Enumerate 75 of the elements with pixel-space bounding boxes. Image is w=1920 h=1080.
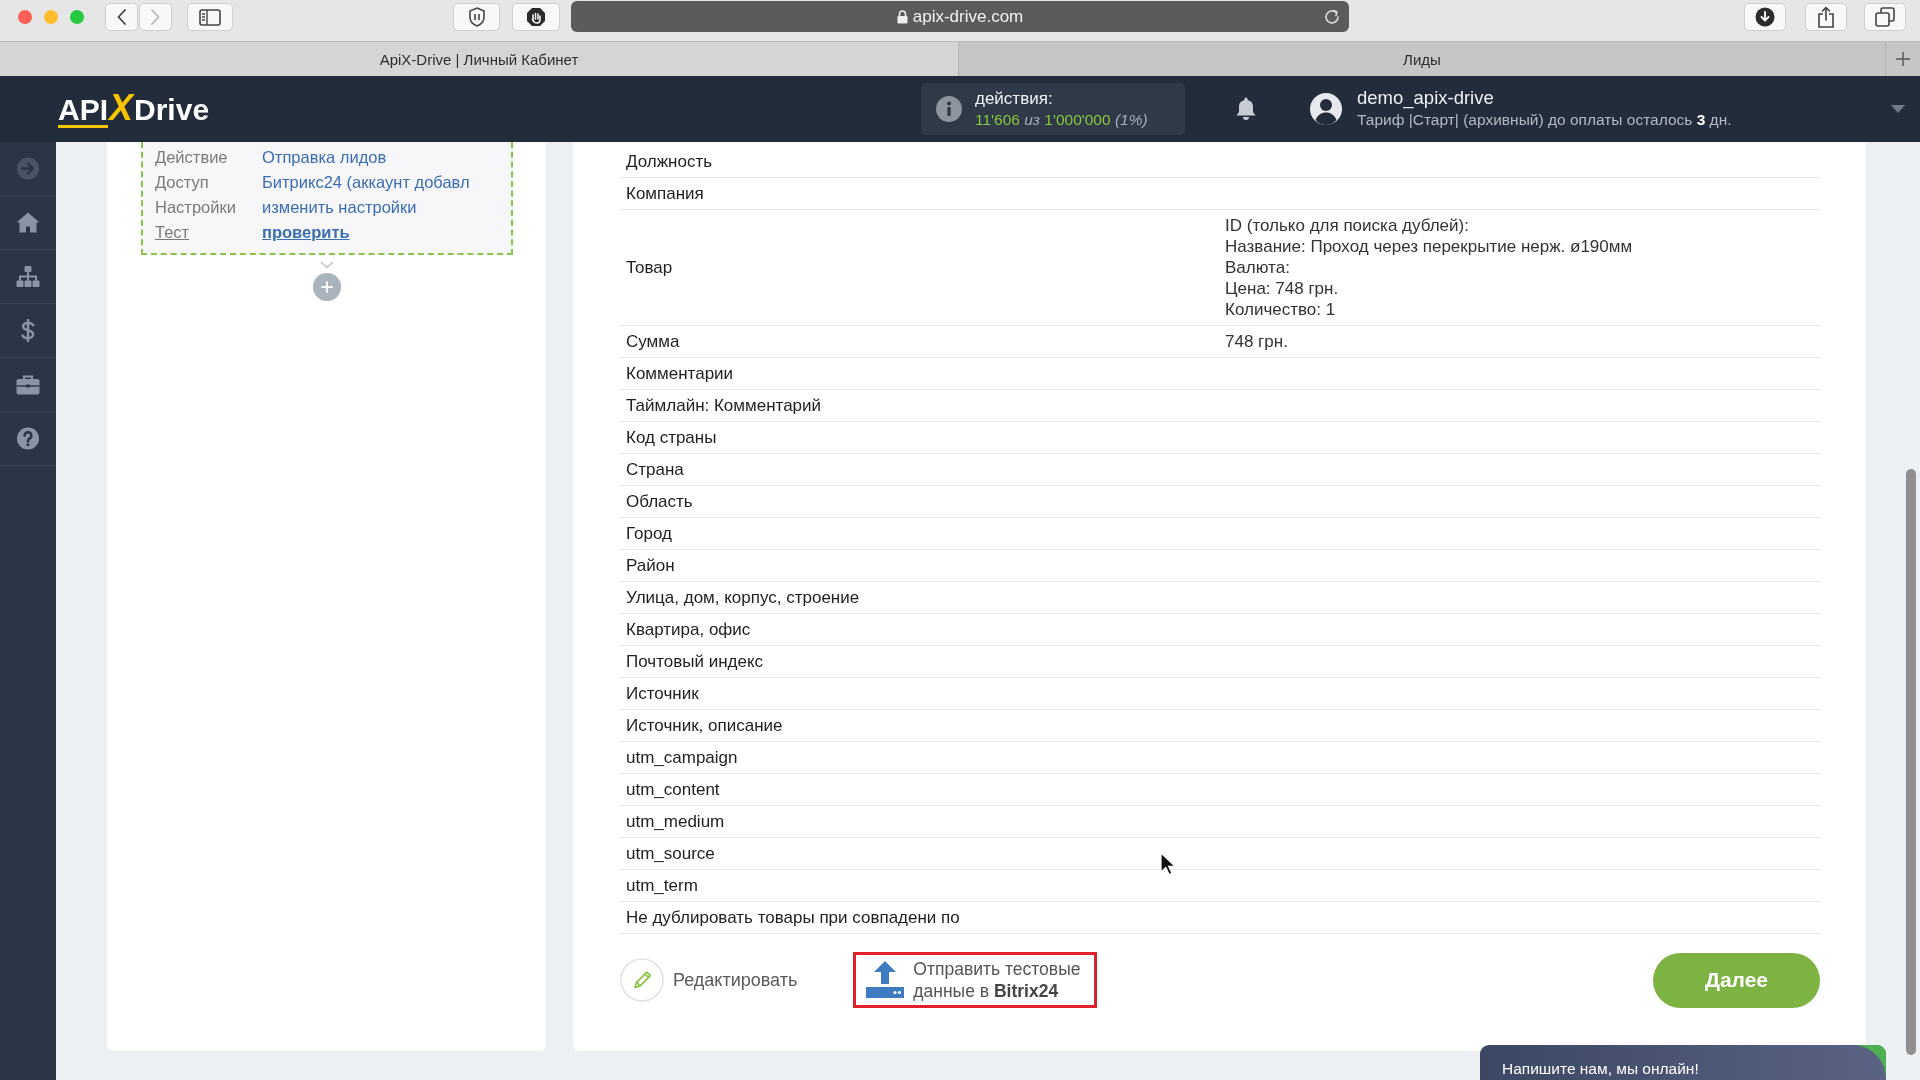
sidebar-icon xyxy=(199,8,221,26)
field-label: Почтовый индекс xyxy=(625,651,765,672)
field-value: 748 грн. xyxy=(1225,331,1288,353)
chevron-right-icon xyxy=(151,9,160,25)
field-label: Не дублировать товары при совпадени по xyxy=(625,907,961,928)
back-button[interactable] xyxy=(105,3,138,31)
field-label: Квартира, офис xyxy=(625,619,752,640)
field-label: Район xyxy=(625,555,676,576)
share-icon xyxy=(1817,6,1835,28)
avatar-icon[interactable] xyxy=(1309,92,1343,126)
briefcase-icon[interactable] xyxy=(16,373,40,396)
step-label: Настройки xyxy=(155,197,237,218)
home-icon[interactable] xyxy=(16,211,40,234)
edit-button[interactable]: Редактировать xyxy=(620,958,798,1002)
field-label: utm_source xyxy=(625,843,716,864)
downloads-button[interactable] xyxy=(1744,3,1786,31)
tabs-icon xyxy=(1875,7,1895,27)
step-link[interactable]: изменить настройки xyxy=(262,195,417,220)
scrollbar-thumb[interactable] xyxy=(1906,469,1916,1055)
field-label: Сумма xyxy=(625,331,681,352)
field-label: Город xyxy=(625,523,673,544)
field-label: Улица, дом, корпус, строение xyxy=(625,587,861,608)
plan-status: Тариф |Старт| (архивный) до оплаты осталось 3 дн. xyxy=(1357,110,1732,130)
step-label: Тест xyxy=(155,222,191,243)
field-label: utm_term xyxy=(625,875,699,896)
field-value: ID (только для поиска дублей): Название: Проход через перекрытие нерж. ø190мм Валюта: Цена: 748 грн. Количество: 1 xyxy=(1225,215,1633,321)
user-name[interactable]: demo_apix-drive xyxy=(1357,87,1732,109)
download-icon xyxy=(1755,7,1775,27)
chat-widget[interactable]: Напишите нам, мы онлайн! xyxy=(1480,1045,1886,1080)
shield-icon xyxy=(467,7,486,27)
field-label: utm_medium xyxy=(625,811,726,832)
logo[interactable]: APIXDrive xyxy=(58,90,210,128)
field-label: Таймлайн: Комментарий xyxy=(625,395,823,416)
field-label: Источник xyxy=(625,683,700,704)
info-icon xyxy=(936,96,962,122)
plus-icon xyxy=(1896,52,1910,66)
sitemap-icon[interactable] xyxy=(16,265,40,288)
chevron-down-icon xyxy=(320,261,334,269)
extension-button[interactable] xyxy=(512,3,560,31)
caret-icon[interactable] xyxy=(1891,105,1905,113)
stop-sign-icon xyxy=(526,7,546,27)
reload-icon[interactable] xyxy=(1323,7,1341,26)
actions-label: действия: xyxy=(975,88,1054,109)
field-label: Источник, описание xyxy=(625,715,784,736)
field-label: Компания xyxy=(625,183,705,204)
field-label: utm_content xyxy=(625,779,721,800)
plus-icon xyxy=(321,281,333,293)
address-bar[interactable]: apix-drive.com xyxy=(571,1,1349,32)
lock-icon xyxy=(896,9,908,24)
field-label: Область xyxy=(625,491,694,512)
tab-overview-button[interactable] xyxy=(1864,3,1906,31)
pencil-icon xyxy=(620,958,664,1002)
help-icon[interactable] xyxy=(16,427,40,450)
field-label: Код страны xyxy=(625,427,718,448)
mouse-pointer-icon xyxy=(1160,852,1176,876)
step-link[interactable]: Отправка лидов xyxy=(262,145,387,170)
upload-icon xyxy=(865,961,906,999)
field-label: Страна xyxy=(625,459,685,480)
step-link[interactable]: Битрикс24 (аккаунт добавл xyxy=(262,170,470,195)
field-label: Должность xyxy=(625,151,714,172)
field-label: Товар xyxy=(625,257,674,278)
sidebar-toggle-button[interactable] xyxy=(187,3,233,31)
field-label: utm_campaign xyxy=(625,747,739,768)
field-label: Комментарии xyxy=(625,363,735,384)
chevron-left-icon xyxy=(117,9,126,25)
send-test-data-button[interactable]: Отправить тестовые данные в Bitrix24 xyxy=(853,952,1098,1008)
close-window-icon[interactable] xyxy=(18,10,32,24)
step-label: Доступ xyxy=(155,172,210,193)
step-label: Действие xyxy=(155,147,229,168)
share-button[interactable] xyxy=(1805,3,1847,31)
step-link[interactable]: проверить xyxy=(262,220,350,245)
bell-icon[interactable] xyxy=(1235,97,1257,121)
privacy-button[interactable] xyxy=(453,3,500,31)
actions-count: 11'606 из 1'000'000 (1%) xyxy=(975,110,1148,130)
browser-tab[interactable]: ApiX-Drive | Личный Кабинет xyxy=(0,42,959,76)
